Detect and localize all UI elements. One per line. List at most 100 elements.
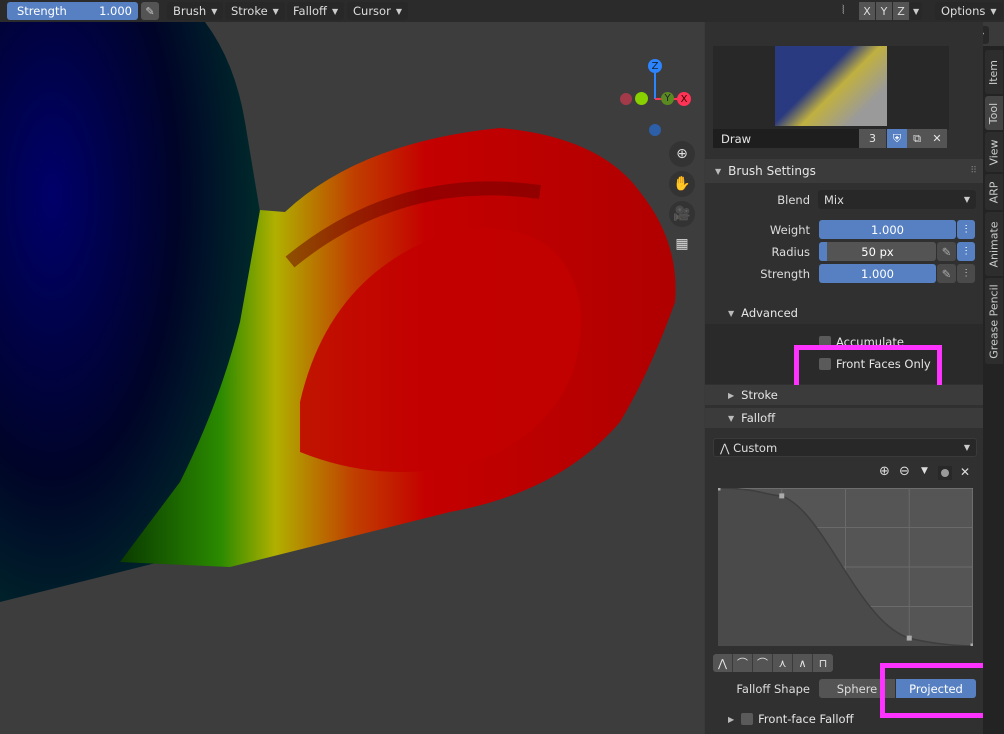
options-label: Options [941,4,986,18]
3d-viewport[interactable]: Z Y X ⊕ ✋ 🎥 ▦ [0,22,704,734]
chevron-down-icon: ▼ [990,6,997,16]
brush-preview-thumbnail[interactable] [775,46,887,126]
tab-animate[interactable]: Animate [985,212,1003,276]
falloff-curve-editor[interactable] [718,488,973,646]
pressure-icon[interactable]: ✎ [141,2,159,20]
advanced-header[interactable]: ▼ Advanced [705,303,983,323]
blend-dropdown[interactable]: Mix ▼ [818,190,976,209]
tab-arp[interactable]: ARP [985,174,1003,210]
zoom-icon[interactable]: ⊕ [669,141,695,167]
mirror-y-button[interactable]: Y [876,2,892,20]
hand-pan-icon[interactable]: ✋ [669,171,695,197]
gizmo-y-axis[interactable]: Y [661,92,674,105]
chevron-down-icon: ▼ [395,6,402,16]
falloff-shape-label: Falloff Shape [736,682,810,696]
zoom-out-icon[interactable]: ⊖ [899,464,910,479]
grid-icon[interactable]: ▦ [669,231,695,257]
chevron-down-icon: ▼ [211,6,218,16]
strength-pressure-icon[interactable]: ✎ [937,264,956,283]
chevron-down-icon: ▼ [963,443,970,452]
strength-slider[interactable]: 1.000 [819,264,936,283]
brush-menu[interactable]: Brush ▼ [167,2,224,20]
brush-users-count: 3 [859,129,886,148]
collapse-triangle-icon: ▶ [728,390,735,400]
radius-unified-icon[interactable]: ⫶ [957,242,975,261]
camera-icon[interactable]: 🎥 [669,201,695,227]
root-preset-icon[interactable]: ⌒ [753,654,773,672]
duplicate-icon[interactable]: ⧉ [907,129,927,148]
gizmo-neg-z[interactable] [649,124,661,136]
curve-tools-dropdown[interactable]: ▼ [921,466,928,476]
falloff-header[interactable]: ▼ Falloff [705,408,983,428]
advanced-title: Advanced [741,306,798,320]
zoom-in-icon[interactable]: ⊕ [879,464,890,479]
sidebar-tabs: Item Tool View ARP Animate Grease Pencil [983,46,1004,734]
radius-pressure-icon[interactable]: ✎ [937,242,956,261]
blend-value: Mix [824,192,844,207]
drag-handle-icon[interactable]: ⠿ [970,166,977,176]
sharp-preset-icon[interactable]: ⋏ [773,654,793,672]
mirror-dropdown[interactable]: ▼ [910,2,923,20]
curve-preset-buttons: ⋀ ⌒ ⌒ ⋏ ∧ ⊓ [713,654,833,672]
weight-slider[interactable]: 1.000 [819,220,956,239]
curve-icon: ⋀ [720,440,730,455]
falloff-menu[interactable]: Falloff ▼ [287,2,345,20]
checkbox-icon[interactable] [741,713,754,725]
symmetry-icon[interactable]: ⦚ [842,3,845,18]
expand-triangle-icon: ▼ [728,413,735,423]
strength-unified-icon[interactable]: ⫶ [957,264,975,283]
chevron-down-icon: ▼ [913,6,920,16]
brush-name-field[interactable]: Draw [713,129,859,148]
radius-value: 50 px [861,244,894,259]
expand-triangle-icon: ▼ [728,308,735,318]
strength-label: Strength [760,267,810,281]
reset-curve-icon[interactable]: ✕ [960,465,970,479]
fake-user-shield-icon[interactable]: ⛨ [887,129,907,148]
tab-grease-pencil[interactable]: Grease Pencil [985,278,1003,364]
front-face-falloff-row[interactable]: ▶ Front-face Falloff [728,712,854,726]
mirror-x-button[interactable]: X [859,2,875,20]
mirror-z-button[interactable]: Z [893,2,909,20]
gizmo-neg-x[interactable] [620,93,632,105]
linear-preset-icon[interactable]: ∧ [793,654,813,672]
curve-point[interactable] [718,488,721,491]
curve-point[interactable] [906,635,912,641]
smooth-preset-icon[interactable]: ⋀ [713,654,733,672]
gizmo-neg-y[interactable] [635,92,648,105]
blend-label: Blend [777,193,810,207]
collapse-triangle-icon: ▶ [728,714,735,724]
falloff-preset-dropdown[interactable]: ⋀ Custom ▼ [713,438,977,457]
curve-point[interactable] [970,643,974,647]
stroke-title: Stroke [741,388,778,402]
strength-value: 1.000 [99,4,132,18]
mesh-render [0,22,676,602]
clipping-toggle[interactable] [938,466,952,480]
gizmo-z-axis[interactable]: Z [648,59,662,73]
tool-header: Strength 1.000 ✎ Brush ▼ Stroke ▼ Falloff ▼… [0,0,1004,22]
tab-view[interactable]: View [985,132,1003,172]
strength-slider[interactable]: Strength 1.000 [7,2,138,20]
options-menu[interactable]: Options ▼ [935,2,1003,20]
weight-unified-icon[interactable]: ⫶ [957,220,975,239]
stroke-header[interactable]: ▶ Stroke [705,385,983,405]
expand-triangle-icon: ▼ [715,166,722,176]
chevron-down-icon: ▼ [272,6,279,16]
constant-preset-icon[interactable]: ⊓ [813,654,833,672]
radius-label: Radius [771,245,810,259]
close-icon[interactable]: ✕ [927,129,947,148]
sphere-preset-icon[interactable]: ⌒ [733,654,753,672]
cursor-menu[interactable]: Cursor ▼ [347,2,408,20]
stroke-menu[interactable]: Stroke ▼ [225,2,285,20]
chevron-down-icon: ▼ [963,195,970,204]
stroke-menu-label: Stroke [231,4,268,18]
strength-label: Strength [17,4,67,18]
falloff-menu-label: Falloff [293,4,327,18]
brush-settings-header[interactable]: ▼ Brush Settings ⠿ [705,159,983,183]
curve-point[interactable] [779,493,785,499]
tab-item[interactable]: Item [985,50,1003,94]
chevron-down-icon: ▼ [331,6,339,16]
gizmo-x-axis[interactable]: X [677,92,691,106]
tab-tool[interactable]: Tool [985,96,1003,130]
radius-slider[interactable]: 50 px [819,242,936,261]
falloff-preset-value: Custom [733,440,778,455]
